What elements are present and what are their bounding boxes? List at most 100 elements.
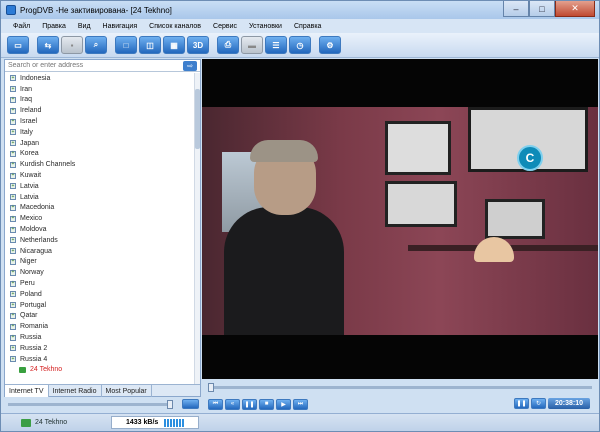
- scrollbar-thumb[interactable]: [195, 89, 200, 149]
- audio-icon[interactable]: ▬: [241, 36, 263, 54]
- 3d-icon[interactable]: 3D: [187, 36, 209, 54]
- channel-group[interactable]: + Iraq: [5, 95, 194, 106]
- channel-group[interactable]: + Israel: [5, 116, 194, 127]
- expand-icon[interactable]: +: [10, 96, 16, 103]
- expand-icon[interactable]: +: [10, 215, 16, 222]
- channel-group[interactable]: + Italy: [5, 127, 194, 138]
- channel-group[interactable]: + Russia: [5, 332, 194, 343]
- expand-icon[interactable]: +: [10, 118, 16, 125]
- expand-icon[interactable]: +: [10, 269, 16, 276]
- expand-icon[interactable]: +: [10, 248, 16, 255]
- channel-group[interactable]: + Latvia: [5, 192, 194, 203]
- close-button[interactable]: ✕: [555, 1, 595, 17]
- channel-group[interactable]: + Norway: [5, 267, 194, 278]
- volume-slider[interactable]: [8, 399, 173, 409]
- expand-icon[interactable]: +: [10, 150, 16, 157]
- channel-group[interactable]: + Japan: [5, 138, 194, 149]
- expand-icon[interactable]: +: [10, 129, 16, 136]
- expand-icon[interactable]: +: [10, 194, 16, 201]
- expand-icon[interactable]: +: [10, 323, 16, 330]
- expand-icon[interactable]: +: [10, 312, 16, 319]
- menu-file[interactable]: Файл: [7, 23, 36, 30]
- tab-internet-tv[interactable]: Internet TV: [5, 385, 49, 397]
- skip-back-icon[interactable]: ⏮: [208, 398, 223, 410]
- expand-icon[interactable]: +: [10, 107, 16, 114]
- channel-group[interactable]: + Poland: [5, 289, 194, 300]
- expand-icon[interactable]: +: [10, 356, 16, 363]
- teletext-icon[interactable]: ☰: [265, 36, 287, 54]
- play-icon[interactable]: ▶: [276, 398, 291, 410]
- scheduler-icon[interactable]: ◷: [289, 36, 311, 54]
- epg-search-icon[interactable]: ⌕: [85, 36, 107, 54]
- title-bar[interactable]: ProgDVB -Не зактивирована- [24 Tekhno] –…: [1, 1, 599, 19]
- window-mode-icon[interactable]: □: [115, 36, 137, 54]
- channel-group[interactable]: + Romania: [5, 321, 194, 332]
- expand-icon[interactable]: +: [10, 140, 16, 147]
- channel-scrollbar[interactable]: [194, 73, 200, 384]
- mosaic-icon[interactable]: ▦: [163, 36, 185, 54]
- menu-edit[interactable]: Правка: [36, 23, 72, 30]
- mute-icon[interactable]: [182, 399, 199, 409]
- expand-icon[interactable]: +: [10, 172, 16, 179]
- menu-view[interactable]: Вид: [72, 23, 97, 30]
- expand-icon[interactable]: +: [10, 334, 16, 341]
- expand-icon[interactable]: +: [10, 75, 16, 82]
- record-icon[interactable]: ▪: [61, 36, 83, 54]
- channel-group[interactable]: + Korea: [5, 149, 194, 160]
- video-area[interactable]: C: [202, 59, 598, 379]
- volume-knob[interactable]: [167, 399, 173, 409]
- screenshot-icon[interactable]: ⎙: [217, 36, 239, 54]
- expand-icon[interactable]: +: [10, 345, 16, 352]
- menu-service[interactable]: Сервис: [207, 23, 243, 30]
- search-go-icon[interactable]: ⇨: [183, 60, 197, 71]
- channel-group[interactable]: + Niger: [5, 257, 194, 268]
- expand-icon[interactable]: +: [10, 258, 16, 265]
- search-input[interactable]: [5, 60, 183, 71]
- channel-group[interactable]: + Russia 4: [5, 354, 194, 365]
- menu-settings[interactable]: Установки: [243, 23, 288, 30]
- channel-group[interactable]: + Qatar: [5, 311, 194, 322]
- expand-icon[interactable]: +: [10, 291, 16, 298]
- timeshift-live-icon[interactable]: ↻: [531, 398, 546, 409]
- menu-navigation[interactable]: Навигация: [97, 23, 144, 30]
- timeshift-pause-icon[interactable]: ❚❚: [514, 398, 529, 409]
- rewind-icon[interactable]: «: [225, 398, 240, 410]
- channel-group[interactable]: + Ireland: [5, 105, 194, 116]
- channel-group[interactable]: + Macedonia: [5, 203, 194, 214]
- channel-group[interactable]: + Kuwait: [5, 170, 194, 181]
- channel-group[interactable]: + Portugal: [5, 300, 194, 311]
- minimize-button[interactable]: –: [503, 1, 529, 17]
- expand-icon[interactable]: +: [10, 86, 16, 93]
- pip-icon[interactable]: ◫: [139, 36, 161, 54]
- channel-group[interactable]: + Mexico: [5, 213, 194, 224]
- skip-forward-icon[interactable]: ⏭: [293, 398, 308, 410]
- channel-group[interactable]: + Kurdish Channels: [5, 159, 194, 170]
- channel-group[interactable]: + Peru: [5, 278, 194, 289]
- settings-gear-icon[interactable]: ⚙: [319, 36, 341, 54]
- tab-most-popular[interactable]: Most Popular: [102, 385, 152, 397]
- expand-icon[interactable]: +: [10, 237, 16, 244]
- expand-icon[interactable]: +: [10, 302, 16, 309]
- channel-group[interactable]: + Nicaragua: [5, 246, 194, 257]
- channel-group[interactable]: + Russia 2: [5, 343, 194, 354]
- maximize-button[interactable]: □: [529, 1, 555, 17]
- menu-channel-list[interactable]: Список каналов: [143, 23, 207, 30]
- channel-group[interactable]: + Netherlands: [5, 235, 194, 246]
- channel-list-icon[interactable]: ⇆: [37, 36, 59, 54]
- fullscreen-icon[interactable]: ▭: [7, 36, 29, 54]
- stop-icon[interactable]: ■: [259, 398, 274, 410]
- tab-internet-radio[interactable]: Internet Radio: [49, 385, 102, 397]
- expand-icon[interactable]: +: [10, 280, 16, 287]
- expand-icon[interactable]: +: [10, 204, 16, 211]
- seek-slider[interactable]: [208, 382, 592, 392]
- expand-icon[interactable]: +: [10, 226, 16, 233]
- channel-item-selected[interactable]: 24 Tekhno: [5, 365, 194, 376]
- menu-help[interactable]: Справка: [288, 23, 327, 30]
- seek-knob[interactable]: [208, 382, 214, 392]
- channel-group[interactable]: + Indonesia: [5, 73, 194, 84]
- expand-icon[interactable]: +: [10, 161, 16, 168]
- channel-group[interactable]: + Iran: [5, 84, 194, 95]
- expand-icon[interactable]: +: [10, 183, 16, 190]
- channel-group[interactable]: + Moldova: [5, 224, 194, 235]
- pause-icon[interactable]: ❚❚: [242, 398, 257, 410]
